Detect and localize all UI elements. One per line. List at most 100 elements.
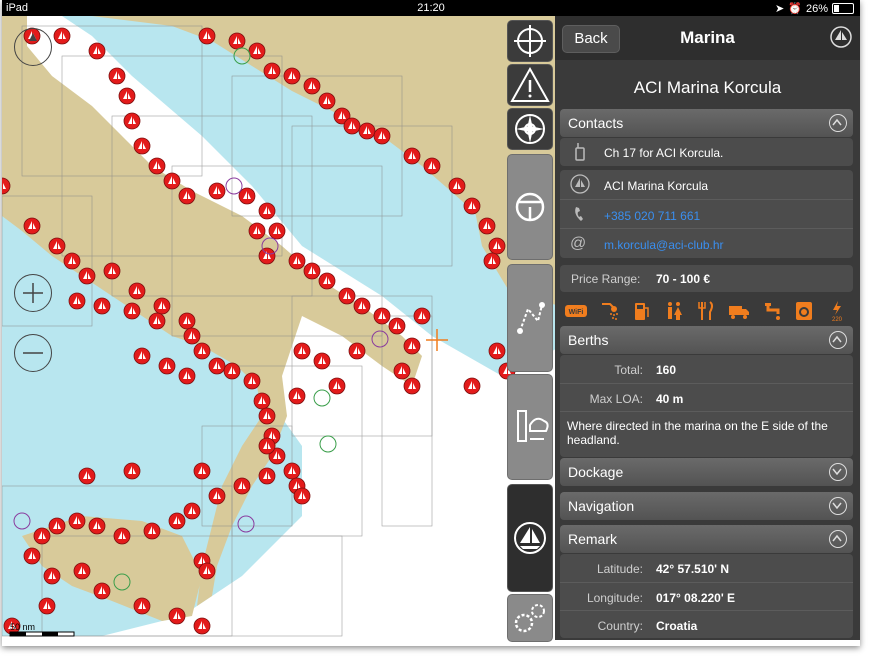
marina-marker [283, 462, 301, 480]
weather-button[interactable] [507, 374, 553, 480]
dockage-section-header[interactable]: Dockage [560, 458, 853, 486]
berths-section-header[interactable]: Berths [560, 326, 853, 354]
marina-name: ACI Marina Korcula [633, 78, 782, 97]
marina-marker [193, 617, 211, 635]
chevron-down-icon[interactable] [829, 463, 847, 481]
marina-marker [413, 307, 431, 325]
marina-marker [123, 112, 141, 130]
svg-text:WiFi: WiFi [569, 309, 584, 316]
steering-button[interactable] [507, 154, 553, 260]
marina-marker [253, 392, 271, 410]
marina-marker [118, 87, 136, 105]
marina-marker [133, 137, 151, 155]
center-position-button[interactable] [507, 20, 553, 62]
compass-rotate-button[interactable] [14, 28, 52, 66]
chevron-up-icon[interactable] [829, 530, 847, 548]
marina-marker [113, 527, 131, 545]
zoom-in-button[interactable] [14, 274, 52, 312]
ipad-screen: iPad 21:20 ➤ ⏰ 26% 50 nm Back Marina ACI… [2, 0, 860, 646]
marina-marker [48, 237, 66, 255]
settings-button[interactable] [507, 594, 553, 642]
marina-marker [158, 357, 176, 375]
chevron-up-icon[interactable] [829, 114, 847, 132]
marina-marker [38, 597, 56, 615]
marina-marker [123, 302, 141, 320]
vhf-card: Ch 17 for ACI Korcula. [560, 138, 853, 166]
marina-marker [248, 222, 266, 240]
country-row: Country: Croatia [560, 610, 853, 639]
steering-wheel-icon [515, 192, 545, 222]
marina-marker [423, 157, 441, 175]
marina-marker [258, 407, 276, 425]
longitude-row: Longitude: 017° 08.220' E [560, 582, 853, 611]
marina-marker [488, 342, 506, 360]
contact-name: ACI Marina Korcula [604, 179, 709, 193]
email-link[interactable]: m.korcula@aci-club.hr [604, 238, 724, 252]
marina-marker [463, 197, 481, 215]
marina-marker [148, 312, 166, 330]
marina-marker [293, 342, 311, 360]
berths-note-row: Where directed in the marina on the E si… [560, 411, 853, 458]
amenities-row: WiFi 220 [560, 297, 853, 325]
gears-icon [514, 604, 545, 633]
berths-note: Where directed in the marina on the E si… [567, 419, 828, 447]
marina-marker [208, 182, 226, 200]
marina-marker [223, 362, 241, 380]
battery-level [834, 5, 839, 12]
warning-button[interactable] [507, 64, 553, 106]
marina-marker [403, 337, 421, 355]
marina-marker [193, 462, 211, 480]
phone-link[interactable]: +385 020 711 661 [604, 209, 700, 223]
maxloa-label: Max LOA: [589, 392, 643, 406]
marina-marker [78, 467, 96, 485]
compass-button[interactable] [507, 108, 553, 150]
phone-icon [575, 207, 583, 221]
email-row[interactable]: @ m.korcula@aci-club.hr [560, 228, 853, 259]
latitude-value: 42° 57.510' N [656, 562, 730, 576]
marina-marker [168, 607, 186, 625]
marina-marker [373, 307, 391, 325]
phone-row[interactable]: +385 020 711 661 [560, 199, 853, 229]
marina-marker [103, 262, 121, 280]
marina-marker [243, 372, 261, 390]
remark-section-header[interactable]: Remark [560, 525, 853, 553]
marina-marker [208, 357, 226, 375]
route-button[interactable] [507, 264, 553, 372]
marina-button[interactable] [507, 484, 553, 592]
country-label: Country: [597, 619, 643, 633]
location-icon: ➤ [775, 3, 785, 15]
longitude-label: Longitude: [586, 591, 643, 605]
marina-marker [143, 522, 161, 540]
navigation-section-header[interactable]: Navigation [560, 492, 853, 520]
marina-marker [388, 317, 406, 335]
contacts-section-header[interactable]: Contacts [560, 109, 853, 137]
marina-marker [93, 582, 111, 600]
fuel-icon [630, 300, 652, 322]
marina-marker [283, 67, 301, 85]
chevron-up-icon[interactable] [829, 331, 847, 349]
marina-marker [208, 487, 226, 505]
contacts-label: Contacts [568, 115, 624, 131]
sailboat-icon[interactable] [830, 26, 852, 48]
panel-header: Back Marina [555, 16, 860, 60]
latitude-row: Latitude: 42° 57.510' N [560, 554, 853, 582]
sailboat-icon [514, 522, 546, 554]
compass-rose-icon [515, 114, 545, 144]
marina-marker [288, 252, 306, 270]
dockage-label: Dockage [568, 464, 624, 480]
marina-marker [93, 297, 111, 315]
marina-marker [33, 527, 51, 545]
marina-marker [313, 352, 331, 370]
marina-marker [133, 597, 151, 615]
crosshair-icon [514, 25, 546, 57]
marina-marker [258, 202, 276, 220]
marina-marker [328, 377, 346, 395]
zoom-out-button[interactable] [14, 334, 52, 372]
marina-marker [403, 147, 421, 165]
marina-marker [303, 262, 321, 280]
marina-marker [23, 217, 41, 235]
vhf-text: Ch 17 for ACI Korcula. [604, 146, 724, 160]
marina-marker [318, 272, 336, 290]
warning-icon [510, 66, 550, 102]
chevron-down-icon[interactable] [829, 497, 847, 515]
